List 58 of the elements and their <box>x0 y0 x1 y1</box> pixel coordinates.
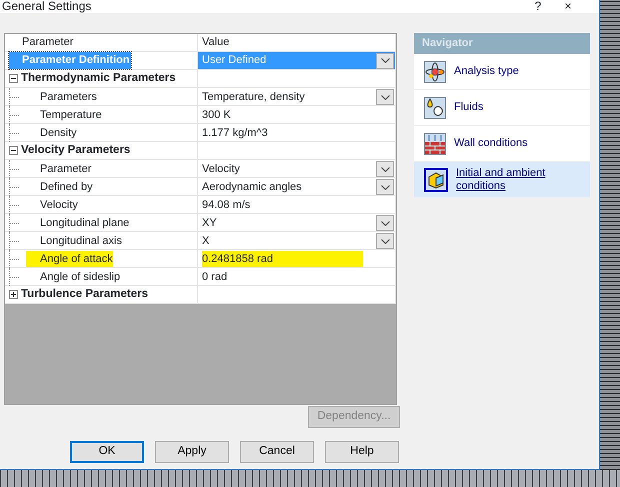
property-name: Longitudinal plane <box>39 216 130 231</box>
property-name: Velocity <box>39 198 78 213</box>
property-value: User Defined <box>202 53 266 68</box>
property-name: Temperature <box>39 108 102 123</box>
property-name: Parameter Definition <box>9 52 131 69</box>
dialog-button[interactable]: OK <box>70 441 144 463</box>
navigator-item[interactable]: Fluids <box>414 90 590 126</box>
navigator-item[interactable]: Initial and ambient conditions <box>414 162 590 198</box>
window-title: General Settings <box>2 0 92 13</box>
navigator-item[interactable]: Wall conditions <box>414 126 590 162</box>
property-name: Parameters <box>39 90 97 105</box>
dialog-button[interactable]: Help <box>325 441 399 463</box>
property-value: 0.2481858 rad <box>202 250 363 268</box>
caret-icon <box>380 238 390 244</box>
property-value: X <box>202 234 210 249</box>
atom-icon <box>424 60 446 82</box>
property-name: Density <box>39 126 77 141</box>
dialog-button[interactable]: Cancel <box>240 441 314 463</box>
caret-icon <box>380 220 390 226</box>
dropdown-button[interactable] <box>376 233 394 249</box>
help-button[interactable]: ? <box>523 0 553 13</box>
property-name: Angle of attack <box>26 250 113 268</box>
dropdown-button[interactable] <box>376 52 394 68</box>
dropdown-button[interactable] <box>376 215 394 231</box>
close-button[interactable]: × <box>553 0 583 13</box>
drop-icon <box>424 96 446 118</box>
group-label: Thermodynamic Parameters <box>21 71 176 86</box>
dropdown-button[interactable] <box>376 179 394 195</box>
dialog-button[interactable]: Apply <box>155 441 229 463</box>
caret-icon <box>380 166 390 172</box>
property-value: Velocity <box>202 162 240 177</box>
dropdown-button[interactable] <box>376 161 394 177</box>
navigator-header: Navigator <box>414 33 590 54</box>
property-value: Aerodynamic angles <box>202 180 302 195</box>
expand-icon[interactable] <box>9 290 18 300</box>
box-icon <box>424 168 448 192</box>
property-value: 300 K <box>202 108 231 123</box>
brick-wall-icon <box>424 132 446 154</box>
property-name: Longitudinal axis <box>39 234 122 249</box>
dropdown-button[interactable] <box>376 89 394 105</box>
group-label: Velocity Parameters <box>21 143 130 158</box>
column-header: Value <box>202 35 230 50</box>
collapse-icon[interactable] <box>9 74 18 84</box>
caret-icon <box>380 184 390 190</box>
navigator-item[interactable]: Analysis type <box>414 54 590 90</box>
property-name: Defined by <box>39 180 93 195</box>
property-value: 0 rad <box>202 270 228 285</box>
property-value: XY <box>202 216 217 231</box>
property-value: 1.177 kg/m^3 <box>202 126 268 141</box>
property-name: Parameter <box>39 162 92 177</box>
caret-icon <box>380 94 390 100</box>
collapse-icon[interactable] <box>9 146 18 156</box>
caret-icon <box>380 58 390 63</box>
column-header: Parameter <box>22 35 74 50</box>
property-value: 94.08 m/s <box>202 198 250 213</box>
property-value: Temperature, density <box>202 90 305 105</box>
property-name: Angle of sideslip <box>39 270 120 285</box>
group-label: Turbulence Parameters <box>21 287 148 302</box>
